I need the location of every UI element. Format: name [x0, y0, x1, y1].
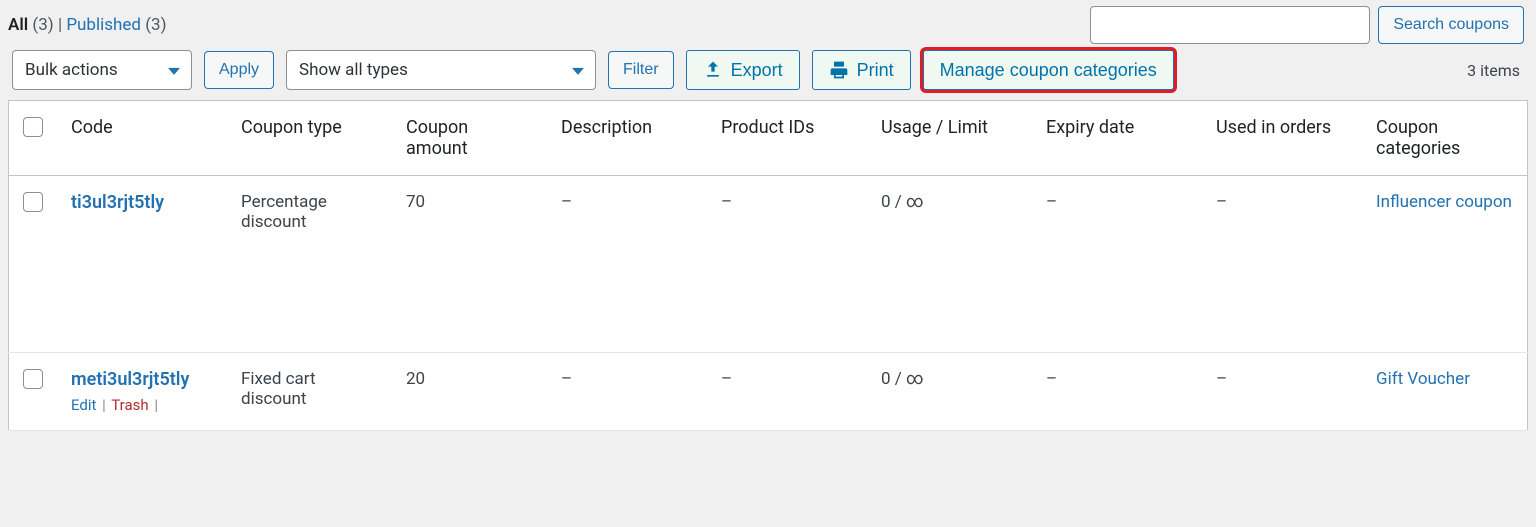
apply-button[interactable]: Apply — [204, 51, 274, 89]
col-expiry[interactable]: Expiry date — [1032, 101, 1202, 176]
cell-amount: 20 — [392, 353, 547, 431]
type-filter-select[interactable]: Show all types — [286, 50, 596, 90]
filter-published[interactable]: Published (3) — [66, 15, 166, 35]
coupon-code-link[interactable]: ti3ul3rjt5tly — [71, 192, 164, 213]
print-icon — [829, 60, 849, 80]
cell-description: – — [547, 353, 707, 431]
col-type[interactable]: Coupon type — [227, 101, 392, 176]
row-checkbox[interactable] — [23, 369, 43, 389]
search-button[interactable]: Search coupons — [1378, 6, 1524, 44]
manage-categories-label: Manage coupon categories — [940, 60, 1157, 81]
print-button[interactable]: Print — [812, 50, 911, 90]
coupons-table: Code Coupon type Coupon amount Descripti… — [8, 100, 1528, 431]
col-product-ids[interactable]: Product IDs — [707, 101, 867, 176]
type-filter-label: Show all types — [299, 60, 408, 80]
col-code[interactable]: Code — [57, 101, 227, 176]
cell-type: Percentage discount — [227, 176, 392, 353]
cell-usage: 0 / ∞ — [867, 176, 1032, 353]
row-actions: Edit | Trash | — [71, 396, 213, 414]
cell-usage: 0 / ∞ — [867, 353, 1032, 431]
cell-product-ids: – — [707, 176, 867, 353]
bulk-actions-label: Bulk actions — [25, 60, 118, 80]
select-all-checkbox[interactable] — [23, 117, 43, 137]
cell-used-in: – — [1202, 176, 1362, 353]
export-button[interactable]: Export — [686, 50, 800, 90]
filter-published-label: Published — [66, 15, 141, 35]
filter-all[interactable]: All (3) — [8, 15, 58, 35]
coupon-category-link[interactable]: Influencer coupon — [1376, 192, 1512, 212]
cell-description: – — [547, 176, 707, 353]
col-used-in[interactable]: Used in orders — [1202, 101, 1362, 176]
table-row: ti3ul3rjt5tly Percentage discount 70 – –… — [9, 176, 1528, 353]
export-icon — [703, 60, 723, 80]
filter-published-count: (3) — [145, 15, 166, 35]
print-label: Print — [857, 60, 894, 81]
table-row: meti3ul3rjt5tly Edit | Trash | Fixed car… — [9, 353, 1528, 431]
manage-categories-button[interactable]: Manage coupon categories — [923, 50, 1174, 90]
items-count: 3 items — [1467, 61, 1524, 80]
filter-button[interactable]: Filter — [608, 51, 674, 89]
filter-all-count: (3) — [32, 15, 53, 35]
search-input[interactable] — [1090, 6, 1370, 44]
row-action-edit[interactable]: Edit — [71, 396, 96, 414]
cell-amount: 70 — [392, 176, 547, 353]
col-amount[interactable]: Coupon amount — [392, 101, 547, 176]
view-filter-bar: All (3) | Published (3) — [8, 15, 167, 35]
coupon-code-link[interactable]: meti3ul3rjt5tly — [71, 369, 189, 390]
cell-used-in: – — [1202, 353, 1362, 431]
cell-expiry: – — [1032, 176, 1202, 353]
col-usage[interactable]: Usage / Limit — [867, 101, 1032, 176]
cell-product-ids: – — [707, 353, 867, 431]
cell-type: Fixed cart discount — [227, 353, 392, 431]
bulk-actions-select[interactable]: Bulk actions — [12, 50, 192, 90]
col-categories[interactable]: Coupon categories — [1362, 101, 1528, 176]
row-checkbox[interactable] — [23, 192, 43, 212]
col-description[interactable]: Description — [547, 101, 707, 176]
filter-all-label: All — [8, 15, 28, 35]
cell-expiry: – — [1032, 353, 1202, 431]
export-label: Export — [731, 60, 783, 81]
row-action-trash[interactable]: Trash — [111, 396, 148, 414]
coupon-category-link[interactable]: Gift Voucher — [1376, 369, 1470, 389]
